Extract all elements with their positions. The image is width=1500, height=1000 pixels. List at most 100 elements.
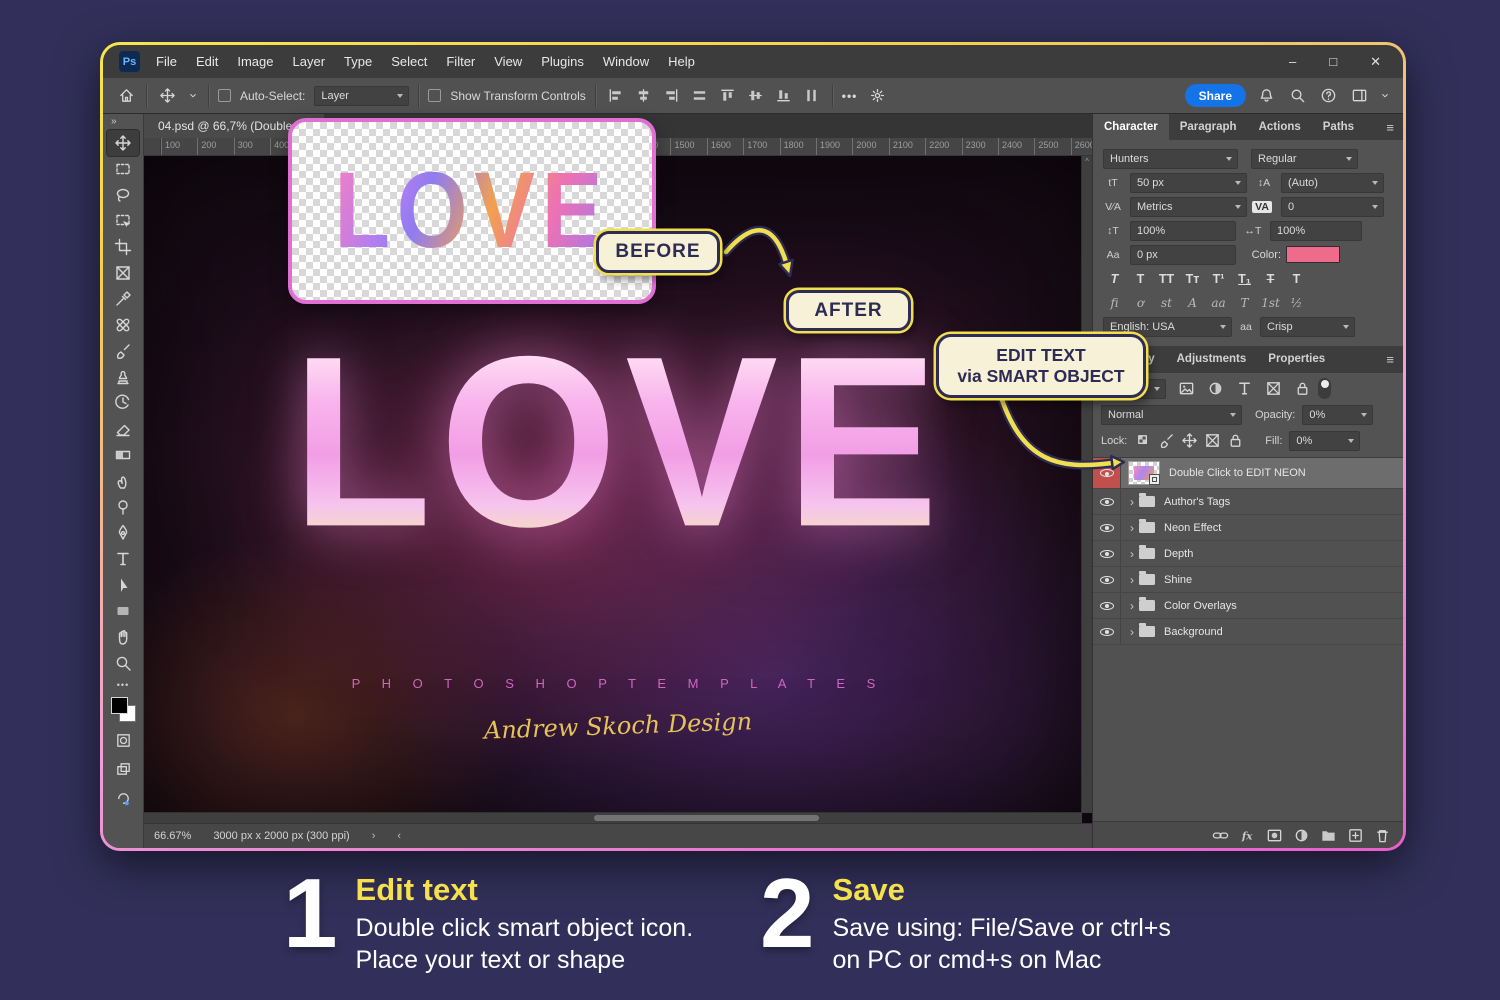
type-style-button[interactable]: T	[1285, 269, 1308, 288]
text-color-swatch[interactable]	[1286, 246, 1340, 263]
layer-row[interactable]: ›Neon Effect	[1093, 515, 1403, 541]
opentype-button[interactable]: ơ	[1129, 293, 1152, 312]
lock-option-icon[interactable]	[1157, 432, 1175, 450]
layers-footer-icon[interactable]	[1346, 826, 1364, 844]
maximize-button[interactable]: □	[1329, 54, 1337, 70]
menu-item[interactable]: File	[156, 54, 177, 69]
horizontal-scale-field[interactable]: 100%	[1270, 221, 1362, 241]
anti-alias-select[interactable]: Crisp	[1260, 317, 1355, 337]
opentype-button[interactable]: ½	[1285, 293, 1308, 312]
group-expand-chevron[interactable]: ›	[1130, 548, 1134, 560]
opentype-button[interactable]: st	[1155, 293, 1178, 312]
layer-row[interactable]: ›Background	[1093, 619, 1403, 645]
type-style-button[interactable]: TT	[1155, 269, 1178, 288]
previous-document-icon[interactable]: ‹	[397, 830, 401, 842]
blend-mode-select[interactable]: Normal	[1101, 405, 1242, 425]
menu-item[interactable]: Filter	[446, 54, 475, 69]
tab-adjustments[interactable]: Adjustments	[1166, 346, 1258, 372]
layer-row[interactable]: ›Shine	[1093, 567, 1403, 593]
opentype-button[interactable]: aa	[1207, 293, 1230, 312]
layers-footer-icon[interactable]	[1292, 826, 1310, 844]
layers-footer-icon[interactable]: fx	[1238, 826, 1256, 844]
group-expand-chevron[interactable]: ›	[1130, 496, 1134, 508]
share-button[interactable]: Share	[1185, 84, 1246, 107]
fill-select[interactable]: 0%	[1289, 431, 1360, 451]
chevron-down-icon[interactable]	[187, 85, 199, 107]
layers-footer-icon[interactable]	[1211, 826, 1229, 844]
align-icon[interactable]	[633, 85, 655, 107]
home-icon[interactable]	[115, 85, 137, 107]
scroll-up-icon[interactable]: ^	[1082, 156, 1092, 168]
eyedropper-tool[interactable]	[107, 286, 139, 312]
filter-icon[interactable]	[1264, 380, 1282, 398]
chevron-down-icon[interactable]	[1379, 85, 1391, 107]
crop-tool[interactable]	[107, 234, 139, 260]
layer-visibility-toggle[interactable]	[1093, 489, 1121, 514]
menu-item[interactable]: View	[494, 54, 522, 69]
layer-row[interactable]: ›Author's Tags	[1093, 489, 1403, 515]
move-tool[interactable]	[107, 130, 139, 156]
menu-item[interactable]: Window	[603, 54, 649, 69]
layers-footer-icon[interactable]	[1265, 826, 1283, 844]
menu-item[interactable]: Plugins	[541, 54, 584, 69]
align-icon[interactable]	[745, 85, 767, 107]
menu-item[interactable]: Layer	[293, 54, 326, 69]
group-expand-chevron[interactable]: ›	[1130, 626, 1134, 638]
scrollbar-thumb[interactable]	[594, 815, 819, 821]
group-expand-chevron[interactable]: ›	[1130, 574, 1134, 586]
leading-select[interactable]: (Auto)	[1281, 173, 1384, 193]
quick-mask-icon[interactable]	[112, 729, 134, 751]
next-document-icon[interactable]: ›	[372, 830, 376, 842]
object-selection-tool[interactable]	[107, 208, 139, 234]
workspace-icon[interactable]	[1348, 85, 1370, 107]
gear-icon[interactable]	[866, 85, 888, 107]
smart-object-thumbnail[interactable]	[1128, 461, 1160, 485]
align-icon[interactable]	[717, 85, 739, 107]
tracking-select[interactable]: 0	[1281, 197, 1384, 217]
close-button[interactable]: ✕	[1370, 54, 1381, 70]
hand-tool[interactable]	[107, 624, 139, 650]
screen-mode-icon[interactable]	[112, 758, 134, 780]
font-size-select[interactable]: 50 px	[1130, 173, 1247, 193]
rectangular-marquee-tool[interactable]	[107, 156, 139, 182]
toolbar-collapse-icon[interactable]: »	[103, 114, 117, 130]
path-selection-tool[interactable]	[107, 572, 139, 598]
align-icon[interactable]	[689, 85, 711, 107]
search-icon[interactable]	[1286, 85, 1308, 107]
layers-footer-icon[interactable]	[1373, 826, 1391, 844]
color-swatches[interactable]	[111, 697, 136, 722]
baseline-shift-field[interactable]: 0 px	[1130, 245, 1236, 265]
menu-item[interactable]: Edit	[196, 54, 218, 69]
tab-character[interactable]: Character	[1093, 114, 1169, 140]
layer-row[interactable]: ›Depth	[1093, 541, 1403, 567]
menu-item[interactable]: Image	[237, 54, 273, 69]
layer-row[interactable]: Double Click to EDIT NEON	[1093, 458, 1403, 489]
filter-icon[interactable]	[1235, 380, 1253, 398]
healing-brush-tool[interactable]	[107, 312, 139, 338]
move-tool-icon[interactable]	[156, 85, 178, 107]
align-icon[interactable]	[801, 85, 823, 107]
lock-option-icon[interactable]	[1203, 432, 1221, 450]
edit-toolbar-icon[interactable]: •••	[117, 680, 129, 690]
font-style-select[interactable]: Regular	[1251, 149, 1358, 169]
clone-stamp-tool[interactable]	[107, 364, 139, 390]
filter-toggle[interactable]	[1318, 378, 1331, 399]
help-icon[interactable]	[1317, 85, 1339, 107]
group-expand-chevron[interactable]: ›	[1130, 600, 1134, 612]
smudge-tool[interactable]	[107, 468, 139, 494]
filter-icon[interactable]	[1206, 380, 1224, 398]
panel-menu-icon[interactable]: ≡	[1386, 114, 1403, 140]
brush-tool[interactable]	[107, 338, 139, 364]
horizontal-scrollbar[interactable]	[144, 812, 1082, 823]
font-family-select[interactable]: Hunters	[1103, 149, 1238, 169]
opentype-button[interactable]: 1st	[1259, 293, 1282, 312]
menu-item[interactable]: Select	[391, 54, 427, 69]
tab-paths[interactable]: Paths	[1312, 114, 1365, 140]
type-tool[interactable]	[107, 546, 139, 572]
type-style-button[interactable]: T	[1259, 269, 1282, 288]
dodge-tool[interactable]	[107, 494, 139, 520]
history-brush-tool[interactable]	[107, 390, 139, 416]
vertical-scrollbar[interactable]: ^	[1081, 156, 1092, 813]
eraser-tool[interactable]	[107, 416, 139, 442]
group-expand-chevron[interactable]: ›	[1130, 522, 1134, 534]
